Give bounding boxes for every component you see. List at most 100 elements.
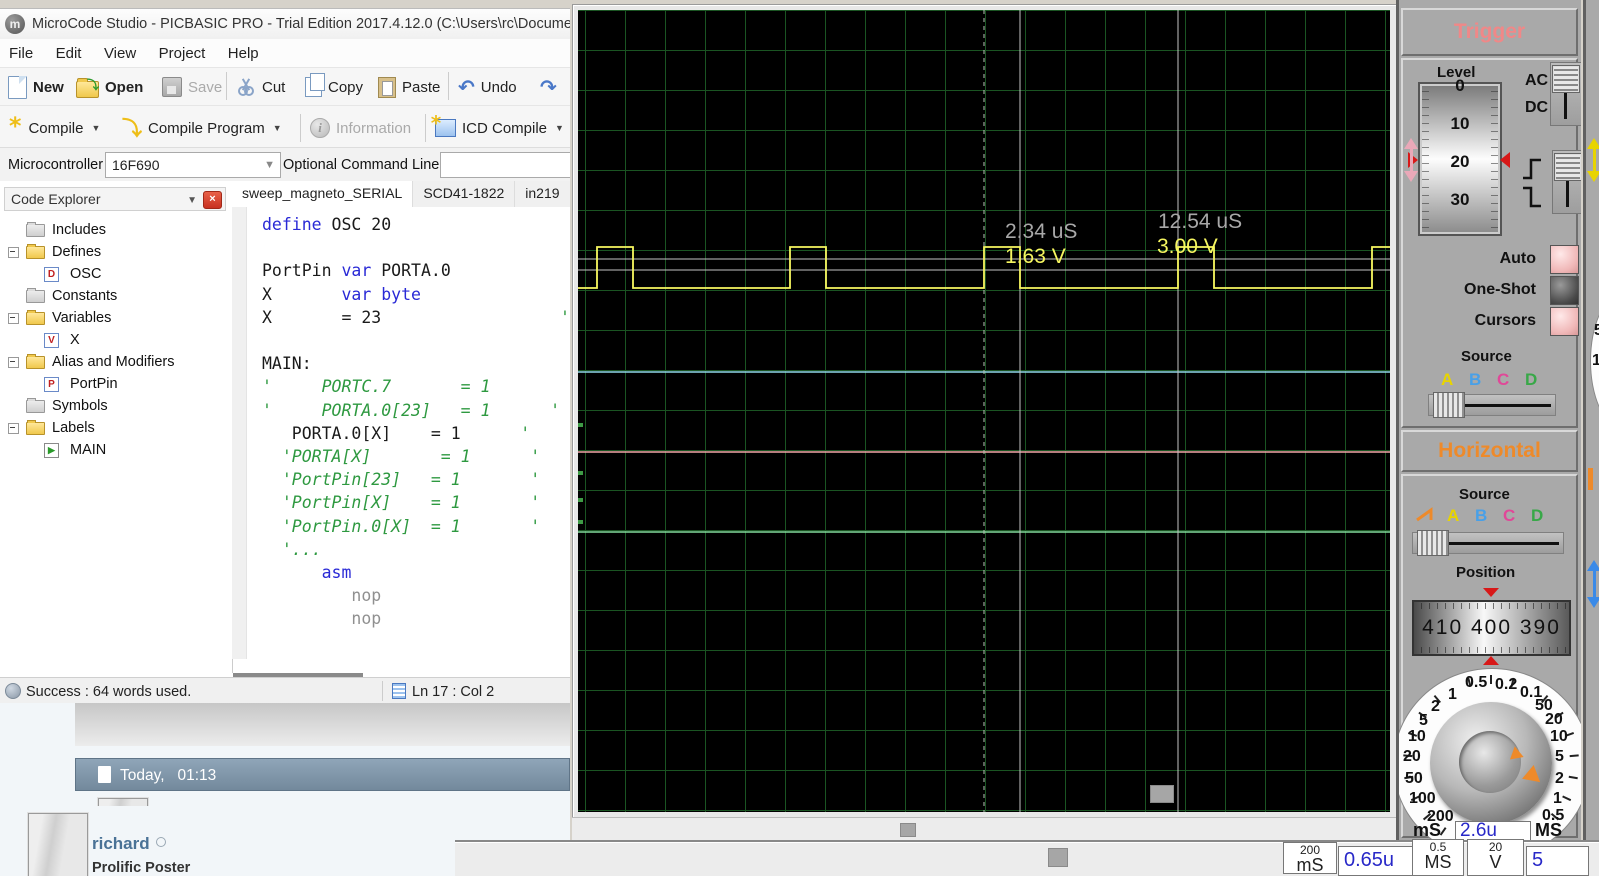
cursors-button[interactable] — [1550, 307, 1579, 336]
trigger-source-slider[interactable] — [1428, 394, 1556, 416]
ide-titlebar[interactable]: m MicroCode Studio - PICBASIC PRO - Tria… — [0, 9, 570, 40]
app-icon: m — [5, 14, 25, 34]
compile-button[interactable]: *Compile▼ — [8, 114, 100, 142]
icd-compile-button[interactable]: ICD Compile▼ — [435, 114, 564, 142]
microcontroller-select[interactable]: 16F690▼ — [105, 152, 281, 178]
scope-scrollbar-thumb[interactable] — [1150, 785, 1174, 803]
horizontal-source-slider[interactable] — [1412, 532, 1564, 554]
trigger-level-meter[interactable]: 0 10 20 30 — [1418, 82, 1502, 236]
tree-collapse-icon[interactable] — [8, 423, 19, 434]
tree-item-constants[interactable]: Constants — [0, 285, 232, 307]
tree-collapse-icon[interactable] — [8, 313, 19, 324]
window-title: MicroCode Studio - PICBASIC PRO - Trial … — [32, 16, 570, 32]
menu-edit[interactable]: Edit — [47, 39, 91, 62]
auto-button[interactable] — [1550, 245, 1579, 274]
command-line-input[interactable] — [440, 152, 570, 178]
timebase-knob[interactable] — [1430, 702, 1552, 824]
drum-ticks — [1414, 647, 1569, 653]
copy-button[interactable]: Copy — [305, 73, 363, 101]
microcontroller-row: Microcontroller 16F690▼ Optional Command… — [0, 147, 570, 182]
tree-item-symbols[interactable]: Symbols — [0, 395, 232, 417]
tree-item-label: Alias and Modifiers — [52, 354, 175, 370]
editor-gutter — [232, 207, 247, 659]
readout-box[interactable]: 0.65u — [1338, 846, 1415, 876]
tab-scd41-1822[interactable]: SCD41-1822 — [413, 181, 515, 207]
tree-item-osc[interactable]: DOSC — [0, 263, 232, 285]
code-explorer-header[interactable]: Code Explorer ▼ × — [4, 187, 226, 211]
tree-collapse-icon[interactable] — [8, 357, 19, 368]
avatar[interactable] — [28, 813, 88, 876]
ac-label: AC — [1525, 72, 1548, 90]
tree-item-portpin[interactable]: PPortPin — [0, 373, 232, 395]
save-button[interactable]: Save — [162, 73, 222, 101]
chevron-down-icon[interactable]: ▼ — [187, 190, 197, 212]
timebase-label: 10 — [1550, 728, 1568, 746]
volts-box[interactable]: 20V — [1467, 839, 1524, 876]
timebase-box[interactable]: 200mS — [1283, 842, 1337, 874]
new-button[interactable]: New — [8, 73, 64, 101]
tree-item-alias-and-modifiers[interactable]: Alias and Modifiers — [0, 351, 232, 373]
position-drum[interactable]: 410 400 390 — [1412, 600, 1571, 656]
tab-sweep-magneto-serial[interactable]: sweep_magneto_SERIAL — [232, 181, 413, 207]
menu-file[interactable]: File — [0, 39, 42, 62]
document-icon — [392, 683, 406, 699]
information-icon: i — [310, 118, 330, 138]
menu-project[interactable]: Project — [150, 39, 215, 62]
tree-collapse-icon[interactable] — [8, 247, 19, 258]
compile-program-icon: ⤵ — [122, 118, 142, 138]
timebase-box[interactable]: 0.5MS — [1412, 839, 1464, 876]
code-line: MAIN: — [262, 352, 570, 375]
username-link[interactable]: richard — [92, 834, 166, 854]
channel-b-label: B — [1475, 506, 1487, 526]
command-line-label: Optional Command Line — [283, 157, 439, 173]
timebase-label: 20 — [1545, 711, 1563, 729]
ac-dc-switch[interactable] — [1550, 62, 1581, 126]
one-shot-button[interactable] — [1550, 276, 1579, 305]
scope-scrollbar-thumb[interactable] — [900, 823, 916, 837]
redo-icon: ↷ — [540, 77, 557, 97]
readout-box[interactable]: 5 — [1526, 846, 1589, 876]
adjust-arrow[interactable] — [1587, 138, 1599, 182]
redo-button[interactable]: ↷ — [540, 73, 557, 101]
code-line: 'PortPin[23] = 1 ' — [262, 468, 570, 491]
tab-in219[interactable]: in219 — [515, 181, 570, 207]
code-editor[interactable]: define OSC 20 PortPin var PORTA.0X var b… — [232, 207, 570, 659]
scrollbar-thumb[interactable] — [1048, 848, 1068, 867]
tree-item-defines[interactable]: Defines — [0, 241, 232, 263]
close-icon[interactable]: × — [203, 191, 222, 209]
code-text: define OSC 20 PortPin var PORTA.0X var b… — [262, 213, 570, 631]
meter-scale-value: 0 — [1420, 76, 1500, 96]
new-file-icon — [8, 76, 27, 99]
tree-item-label: Variables — [52, 310, 111, 326]
adjust-arrow[interactable] — [1587, 560, 1599, 608]
paste-button[interactable]: Paste — [378, 73, 440, 101]
cursor-measurement: 12.54 uS — [1158, 210, 1242, 233]
tree-item-labels[interactable]: Labels — [0, 417, 232, 439]
menu-view[interactable]: View — [95, 39, 145, 62]
tree-item-variables[interactable]: Variables — [0, 307, 232, 329]
open-button[interactable]: ⤵Open — [76, 73, 143, 101]
tree-item-includes[interactable]: Includes — [0, 219, 232, 241]
tree-item-main[interactable]: ▶MAIN — [0, 439, 232, 461]
timebase-label: 1 — [1553, 790, 1562, 808]
undo-button[interactable]: ↶Undo — [458, 73, 517, 101]
timebase-label: 1 — [1448, 686, 1457, 704]
information-button[interactable]: iInformation — [310, 114, 411, 142]
bottom-window-strip: 200mS 0.65u 0.5MS 20V 5 — [455, 840, 1599, 876]
level-adjust-arrow[interactable] — [1404, 138, 1418, 182]
horizontal-source-label: Source — [1459, 486, 1510, 503]
menu-help[interactable]: Help — [219, 39, 268, 62]
scale-label: 1 — [1592, 352, 1599, 370]
cut-button[interactable]: Cut — [236, 73, 285, 101]
compile-program-button[interactable]: ⤵Compile Program▼ — [122, 114, 282, 142]
trigger-header: Trigger — [1401, 8, 1578, 56]
tree-item-label: Includes — [52, 222, 106, 238]
save-icon — [162, 77, 182, 97]
chevron-down-icon: ▼ — [555, 123, 564, 133]
scope-bottom-strip — [572, 817, 1396, 841]
toolbar-separator — [300, 114, 301, 142]
edge-select-switch[interactable] — [1552, 150, 1581, 214]
tree-item-label: Constants — [52, 288, 117, 304]
tree-item-x[interactable]: VX — [0, 329, 232, 351]
cursors-label: Cursors — [1475, 312, 1536, 330]
